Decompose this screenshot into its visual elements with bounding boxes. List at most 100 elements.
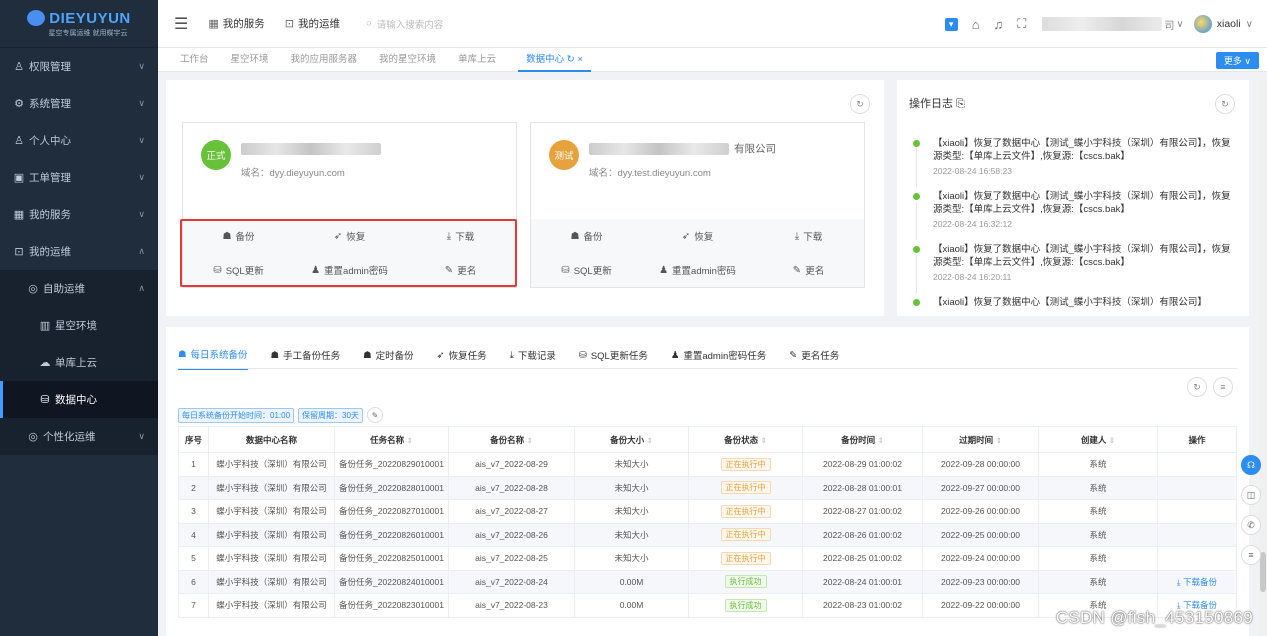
subtab-download-records[interactable]: ⤓ 下载记录 [510, 347, 556, 370]
sidebar-item-personal[interactable]: ♙ 个人中心 ∨ [0, 122, 158, 159]
col-header-creator[interactable]: 创建人 ⇕ [1038, 426, 1158, 453]
table-cell-op[interactable] [1157, 546, 1237, 571]
download-button[interactable]: ⤓ 下载 [447, 229, 475, 244]
lock-icon[interactable]: ⌂ [972, 17, 980, 32]
table-cell-backup: ais_v7_2022-08-27 [448, 499, 575, 524]
headset-icon[interactable]: ☊ [1241, 455, 1261, 475]
table-cell-op[interactable]: ⤓ 下载备份 [1157, 569, 1237, 594]
restore-button[interactable]: ➶ 恢复 [334, 229, 365, 244]
fullscreen-icon[interactable]: ⛶ [1017, 16, 1026, 32]
table-cell-op[interactable] [1157, 452, 1237, 477]
download-backup-link[interactable]: ⤓ 下载备份 [1177, 577, 1217, 587]
backup-button[interactable]: ☗ 备份 [571, 229, 603, 244]
table-cell-op[interactable] [1157, 475, 1237, 500]
table-cell-no: 1 [178, 452, 209, 477]
subtab-daily-backup[interactable]: ☗ 每日系统备份 [178, 347, 248, 370]
reset-admin-button[interactable]: ♟ 重置admin密码 [659, 263, 736, 278]
menu-icon[interactable]: ≡ [1241, 545, 1261, 565]
floating-tools: ☊ ◫ ✆ ≡ [1241, 455, 1263, 575]
subtab-restore-tasks[interactable]: ➶ 恢复任务 [437, 347, 487, 370]
hamburger-icon[interactable]: ☰ [174, 14, 188, 34]
rename-button[interactable]: ✎ 更名 [445, 263, 476, 278]
more-button[interactable]: 更多 ∨ [1215, 52, 1259, 69]
sidebar-item-permissions[interactable]: ♙ 权限管理 ∨ [0, 48, 158, 85]
chevron-down-icon: ∨ [138, 172, 145, 182]
sidebar-item-custom-ops[interactable]: ◎ 个性化运维 ∨ [0, 418, 158, 455]
subtab-manual-backup[interactable]: ☗ 手工备份任务 [271, 347, 341, 370]
my-services-link[interactable]: ▦ 我的服务 [208, 16, 264, 31]
table-cell-expire: 2022-09-27 00:00:00 [922, 475, 1039, 500]
sort-icon: ⇕ [646, 435, 653, 445]
sidebar-item-data-center[interactable]: ⛁ 数据中心 [0, 381, 158, 418]
grid-icon: ▦ [208, 18, 219, 30]
refresh-icon[interactable]: ↻ [850, 94, 870, 114]
topbar: ☰ ▦ 我的服务 ⊡ 我的运维 ○ 请输入搜索内容 ▾ ⌂ ♫ ⛶ 司 ∨ xiaol… [158, 0, 1267, 48]
sidebar-item-self-ops[interactable]: ◎ 自助运维 ∧ [0, 270, 158, 307]
table-cell-op[interactable] [1157, 499, 1237, 524]
reset-admin-button[interactable]: ♟ 重置admin密码 [311, 263, 388, 278]
refresh-icon[interactable]: ↻ [1187, 377, 1207, 397]
sql-update-button[interactable]: ⛁ SQL更新 [213, 263, 263, 278]
avatar[interactable] [1193, 15, 1212, 33]
tab-data-center[interactable]: 数据中心 ↻ × [518, 48, 591, 72]
table-cell-backup: ais_v7_2022-08-28 [448, 475, 575, 500]
table-row: 2 蝶小宇科技（深圳）有限公司 备份任务_20220828010001 ais_v7_… [178, 475, 1237, 500]
subtab-label: 每日系统备份 [190, 350, 248, 361]
chevron-down-icon[interactable]: ∨ [1176, 19, 1183, 30]
backup-button[interactable]: ☗ 备份 [223, 229, 255, 244]
tab-my-star-env[interactable]: 我的星空环境 [379, 48, 436, 72]
domain-text: 域名：dyy.dieyuyun.com [241, 168, 345, 179]
search-input[interactable]: ○ 请输入搜索内容 [366, 17, 443, 31]
download-backup-label: 下载备份 [1183, 576, 1218, 587]
table-cell-op[interactable] [1157, 522, 1237, 547]
subtab-scheduled-backup[interactable]: ☗ 定时备份 [363, 347, 414, 370]
tab-star-env[interactable]: 星空环境 [231, 48, 269, 72]
datacenter-panel: ↻ 正式 域名：dyy.dieyuyun.com ☗ 备份 ➶ 恢复 ⤓ 下载 ⛁ SQ… [166, 80, 884, 316]
phone-icon[interactable]: ✆ [1241, 515, 1261, 535]
username[interactable]: xiaoli [1217, 18, 1241, 30]
sidebar-item-system[interactable]: ⚙ 系统管理 ∨ [0, 85, 158, 122]
sidebar-item-my-ops[interactable]: ⊡ 我的运维 ∧ [0, 233, 158, 270]
backup-icon: ☗ [270, 349, 280, 361]
chevron-down-icon[interactable]: ∨ [1246, 19, 1253, 30]
col-header-size[interactable]: 备份大小 ⇕ [574, 426, 689, 453]
logo[interactable]: DIEYUYUN 星空专属运维 就用蝶宇云 [0, 0, 158, 48]
sidebar-item-my-services[interactable]: ▦ 我的服务 ∨ [0, 196, 158, 233]
env-badge: 正式 [201, 140, 231, 170]
datacenter-card-prod: 正式 域名：dyy.dieyuyun.com ☗ 备份 ➶ 恢复 ⤓ 下载 ⛁ SQL更… [182, 122, 517, 288]
edit-icon[interactable]: ✎ [366, 407, 383, 423]
columns-icon[interactable]: ≡ [1213, 377, 1233, 397]
col-header-expire[interactable]: 过期时间 ⇕ [922, 426, 1039, 453]
sidebar-item-tickets[interactable]: ▣ 工单管理 ∨ [0, 159, 158, 196]
refresh-icon[interactable]: ↻ [1215, 94, 1235, 114]
col-header-backup-name[interactable]: 备份名称 ⇕ [448, 426, 575, 453]
subtab-sql-update[interactable]: ⛁ SQL更新任务 [579, 347, 648, 370]
table-cell-creator: 系统 [1038, 452, 1158, 477]
rename-button[interactable]: ✎ 更名 [793, 263, 824, 278]
my-ops-link[interactable]: ⊡ 我的运维 [285, 16, 340, 31]
sort-icon: ⇕ [877, 435, 884, 445]
screen-icon[interactable]: ▾ [944, 17, 958, 31]
tab-app-servers[interactable]: 我的应用服务器 [291, 48, 358, 72]
sql-update-button[interactable]: ⛁ SQL更新 [561, 263, 611, 278]
download-button[interactable]: ⤓ 下载 [795, 229, 822, 244]
subtab-reset-admin[interactable]: ♟ 重置admin密码任务 [671, 347, 766, 370]
sidebar-item-single-db-cloud[interactable]: ☁ 单库上云 [0, 344, 158, 381]
table-cell-size: 未知大小 [574, 499, 689, 524]
sidebar-item-star-env[interactable]: ▥ 星空环境 [0, 307, 158, 344]
tab-workbench[interactable]: 工作台 [180, 48, 209, 72]
company-name-redacted[interactable] [1042, 17, 1163, 31]
table-cell-creator: 系统 [1038, 499, 1158, 524]
col-header-time[interactable]: 备份时间 ⇕ [802, 426, 923, 453]
download-label: 下载 [455, 232, 475, 243]
col-header-status[interactable]: 备份状态 ⇕ [688, 426, 803, 453]
table-cell-dc: 蝶小宇科技（深圳）有限公司 [208, 546, 335, 571]
col-header-task-name[interactable]: 任务名称 ⇕ [334, 426, 449, 453]
subtab-rename[interactable]: ✎ 更名任务 [789, 347, 839, 370]
book-icon[interactable]: ◫ [1241, 485, 1261, 505]
restore-button[interactable]: ➶ 恢复 [682, 229, 713, 244]
subtabs: ☗ 每日系统备份 ☗ 手工备份任务 ☗ 定时备份 ➶ 恢复任务 ⤓ 下载记录 ⛁ SQL更新… [178, 347, 862, 370]
bell-icon[interactable]: ♫ [994, 17, 1004, 32]
tab-single-db-cloud[interactable]: 单库上云 [458, 48, 496, 72]
subtabs-divider [178, 368, 1237, 369]
